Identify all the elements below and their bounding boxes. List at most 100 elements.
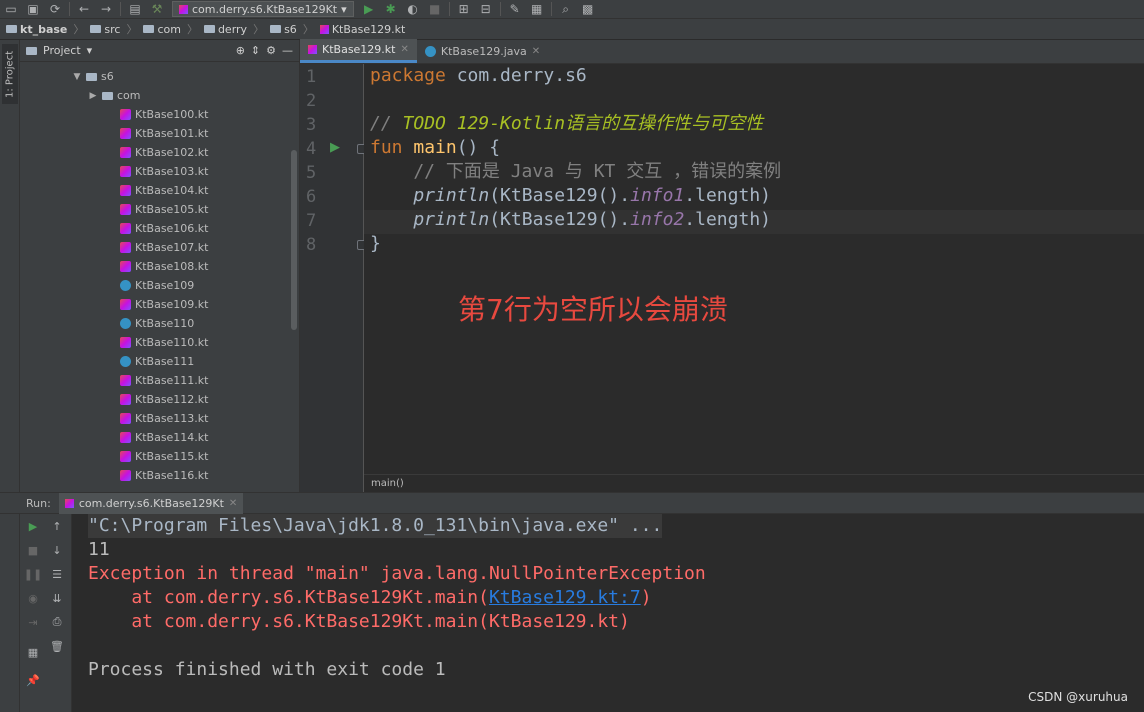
close-icon[interactable]: ✕ [229, 498, 237, 509]
vcs-update-icon[interactable]: ⊟ [475, 0, 497, 19]
close-icon[interactable]: ✕ [401, 44, 409, 55]
scroll-up-icon[interactable]: ↑ [47, 516, 67, 536]
run-config-selector[interactable]: com.derry.s6.KtBase129Kt ▾ [172, 1, 354, 17]
property: info2 [630, 209, 685, 230]
gear-icon[interactable]: ⚙ [266, 44, 276, 57]
crumb-com[interactable]: com [143, 23, 181, 36]
tree-item[interactable]: KtBase113.kt [20, 409, 299, 428]
kotlin-file-icon [120, 375, 131, 386]
tree-item[interactable]: KtBase112.kt [20, 390, 299, 409]
editor-breadcrumb[interactable]: main() [364, 474, 1144, 492]
tree-item-label: KtBase115.kt [135, 450, 209, 463]
crumb-separator: 〉 [186, 23, 198, 36]
tree-item[interactable]: KtBase104.kt [20, 181, 299, 200]
tree-item[interactable]: KtBase114.kt [20, 428, 299, 447]
crumb-separator: 〉 [126, 23, 138, 36]
layout-icon[interactable]: ▦ [23, 642, 43, 662]
terminal-icon[interactable]: ▩ [577, 0, 599, 19]
build-hammer-icon[interactable]: ⚒ [146, 0, 168, 19]
tree-item[interactable]: KtBase107.kt [20, 238, 299, 257]
tree-item[interactable]: KtBase109 [20, 276, 299, 295]
pin-icon[interactable]: 📌 [23, 670, 43, 690]
expanded-arrow-icon[interactable]: ▼ [72, 72, 82, 82]
tree-item[interactable]: KtBase108.kt [20, 257, 299, 276]
kotlin-class-icon [120, 318, 131, 329]
close-icon[interactable]: ✕ [532, 46, 540, 57]
open-icon[interactable]: ▭ [0, 0, 22, 19]
tree-item[interactable]: KtBase116.kt [20, 466, 299, 485]
exit-icon[interactable]: ⇥ [23, 612, 43, 632]
crumb-file[interactable]: KtBase129.kt [319, 23, 405, 36]
locate-target-icon[interactable]: ⊕ [236, 44, 245, 57]
tree-item[interactable]: KtBase111 [20, 352, 299, 371]
hide-panel-icon[interactable]: — [282, 44, 293, 57]
tree-item[interactable]: ▶ com [20, 86, 299, 105]
coverage-icon[interactable]: ◐ [402, 0, 424, 19]
sync-icon[interactable]: ⟳ [44, 0, 66, 19]
collapsed-arrow-icon[interactable]: ▶ [88, 91, 98, 101]
soft-wrap-icon[interactable]: ☰ [47, 564, 67, 584]
trash-icon[interactable]: 🗑 [47, 636, 67, 656]
tree-item-label: KtBase111 [135, 355, 195, 368]
vcs-icon[interactable]: ⊞ [453, 0, 475, 19]
chevron-down-icon[interactable]: ▾ [87, 44, 93, 57]
project-folder-icon [6, 25, 17, 33]
tree-item[interactable]: KtBase109.kt [20, 295, 299, 314]
search-icon[interactable]: ⌕ [555, 0, 577, 19]
project-tool-tab[interactable]: 1: Project [2, 44, 18, 104]
debug-icon[interactable]: ✱ [380, 0, 402, 19]
kotlin-file-icon [120, 337, 131, 348]
tree-item[interactable]: KtBase115.kt [20, 447, 299, 466]
tree-item[interactable]: KtBase106.kt [20, 219, 299, 238]
toolbar-divider [120, 2, 121, 16]
folder-icon [90, 25, 102, 33]
toolbar-divider [499, 2, 501, 16]
tab-ktbase129-java[interactable]: KtBase129.java ✕ [417, 39, 548, 63]
save-icon[interactable]: ▣ [22, 0, 44, 19]
crumb-project[interactable]: kt_base [6, 23, 67, 36]
console-output[interactable]: "C:\Program Files\Java\jdk1.8.0_131\bin\… [72, 514, 1144, 712]
toolbar-divider [550, 2, 552, 16]
forward-icon[interactable]: → [95, 0, 117, 19]
tree-item[interactable]: KtBase105.kt [20, 200, 299, 219]
stop-icon[interactable]: ■ [23, 540, 43, 560]
stop-icon[interactable]: ■ [424, 0, 446, 19]
stacktrace-link[interactable]: KtBase129.kt:7 [489, 587, 641, 608]
kotlin-file-icon [120, 185, 131, 196]
camera-icon[interactable]: ◉ [23, 588, 43, 608]
run-gutter-icon[interactable]: ▶ [330, 140, 340, 155]
run-tab[interactable]: com.derry.s6.KtBase129Kt ✕ [58, 492, 244, 514]
tree-item-label: KtBase110.kt [135, 336, 209, 349]
settings-wrench-icon[interactable]: ✎ [504, 0, 526, 19]
tree-item[interactable]: KtBase110.kt [20, 333, 299, 352]
scroll-down-icon[interactable]: ↓ [47, 540, 67, 560]
tree-item[interactable]: KtBase102.kt [20, 143, 299, 162]
tree-item[interactable]: KtBase111.kt [20, 371, 299, 390]
print-icon[interactable]: ⎙ [47, 612, 67, 632]
rerun-icon[interactable]: ▶ [23, 516, 43, 536]
crumb-derry[interactable]: derry [203, 23, 247, 36]
tree-item[interactable]: KtBase100.kt [20, 105, 299, 124]
crumb-s6[interactable]: s6 [270, 23, 297, 36]
back-icon[interactable]: ← [73, 0, 95, 19]
scroll-to-end-icon[interactable]: ⇊ [47, 588, 67, 608]
tree-item-label: KtBase104.kt [135, 184, 209, 197]
project-scrollbar-thumb[interactable] [291, 150, 297, 330]
window-icon[interactable]: ▤ [124, 0, 146, 19]
kotlin-file-icon [120, 394, 131, 405]
project-view-selector[interactable]: Project [43, 44, 81, 57]
tree-item[interactable]: KtBase103.kt [20, 162, 299, 181]
run-icon[interactable]: ▶ [358, 0, 380, 19]
kotlin-file-icon [120, 261, 131, 272]
collapse-all-icon[interactable]: ⇕ [251, 44, 260, 57]
project-structure-icon[interactable]: ▦ [526, 0, 548, 19]
console-stacktrace-line: at com.derry.s6.KtBase129Kt.main(KtBase1… [88, 611, 630, 632]
tree-item[interactable]: ▼ s6 [20, 67, 299, 86]
crumb-src[interactable]: src [90, 23, 120, 36]
pause-icon[interactable]: ❚❚ [23, 564, 43, 584]
tab-ktbase129-kt[interactable]: KtBase129.kt ✕ [300, 39, 417, 63]
code-editor[interactable]: package com.derry.s6 // TODO 129-Kotlin语… [364, 64, 1144, 474]
tree-item[interactable]: KtBase110 [20, 314, 299, 333]
line-number: 4 [306, 139, 317, 159]
tree-item[interactable]: KtBase101.kt [20, 124, 299, 143]
